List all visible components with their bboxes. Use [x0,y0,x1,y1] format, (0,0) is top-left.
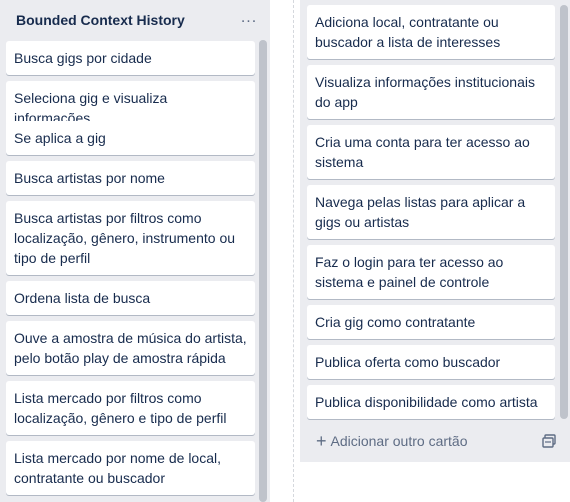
card[interactable]: Busca artistas por filtros como localiza… [6,201,255,275]
list-divider [293,0,294,502]
list-bounded-context-history: Bounded Context History ... Busca gigs p… [0,0,270,502]
scrollbar-thumb[interactable] [560,5,568,419]
scrollbar-track[interactable] [560,5,568,419]
card[interactable]: Publica oferta como buscador [307,345,555,379]
scrollbar-thumb[interactable] [259,40,267,502]
plus-icon: + [316,431,327,451]
add-card-button[interactable]: + Adicionar outro cartão [316,430,467,452]
add-card-label: Adicionar outro cartão [330,433,468,449]
card[interactable]: Cria uma conta para ter acesso ao sistem… [307,125,555,179]
card[interactable]: Ouve a amostra de música do artista, pel… [6,321,255,375]
list-right: Adiciona local, contratante ou buscador … [300,0,570,462]
card[interactable]: Lista mercado por nome de local, contrat… [6,441,255,495]
card[interactable]: Navega pelas listas para aplicar a gigs … [307,185,555,239]
list-title[interactable]: Bounded Context History [16,12,185,28]
template-icon[interactable] [542,434,556,448]
card[interactable]: Busca gigs por cidade [6,41,255,75]
card[interactable]: Publica disponibilidade como artista [307,385,555,419]
card[interactable]: Lista mercado por filtros como localizaç… [6,381,255,435]
card[interactable]: Faz o login para ter acesso ao sistema e… [307,245,555,299]
card[interactable]: Busca artistas por nome [6,161,255,195]
card[interactable]: Adiciona local, contratante ou buscador … [307,5,555,59]
card[interactable]: Ordena lista de busca [6,281,255,315]
card[interactable]: Cria gig como contratante [307,305,555,339]
card[interactable]: Visualiza informações institucionais do … [307,65,555,119]
scrollbar-track[interactable] [259,40,267,502]
card[interactable]: Se aplica a gig [6,121,255,155]
more-icon[interactable]: ... [238,8,260,28]
